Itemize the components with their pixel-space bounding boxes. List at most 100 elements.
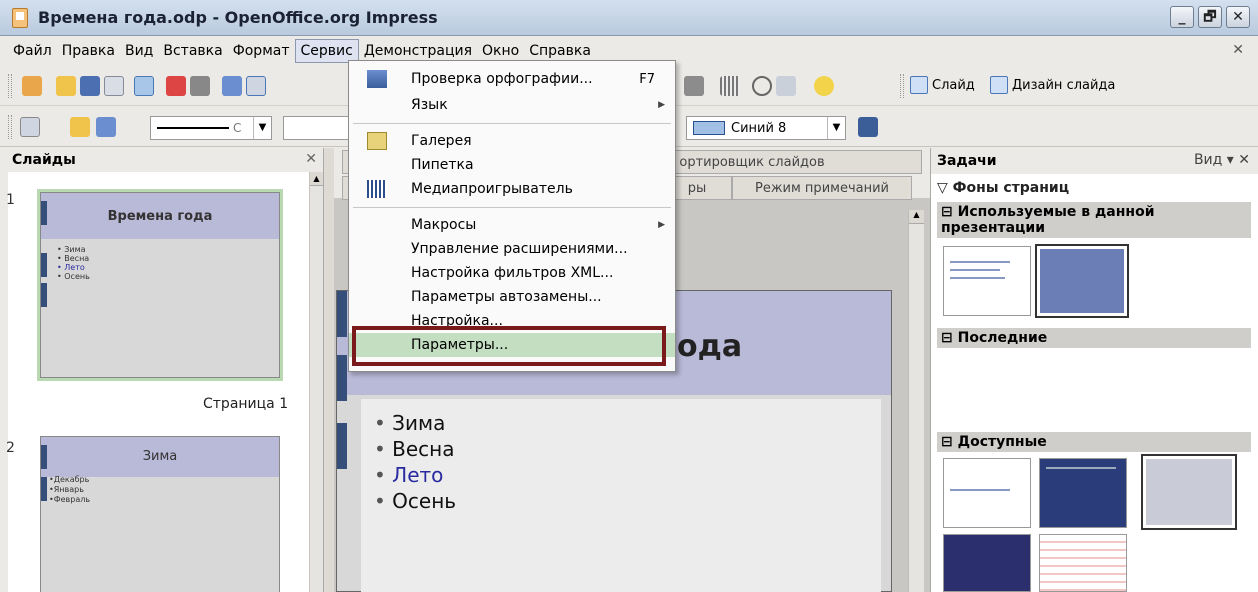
- thumb-bullet: •Январь: [49, 485, 84, 494]
- master-thumbnail[interactable]: [1039, 458, 1127, 528]
- tasks-view-menu[interactable]: Вид ▾ ✕: [1194, 152, 1250, 168]
- line-width-input[interactable]: [283, 116, 353, 140]
- menu-separator: [353, 123, 671, 124]
- grid-icon[interactable]: [720, 76, 740, 96]
- menu-insert[interactable]: Вставка: [158, 40, 227, 62]
- menu-edit[interactable]: Правка: [57, 40, 120, 62]
- gallery-icon: [367, 132, 387, 150]
- master-thumbnail[interactable]: [1141, 454, 1237, 530]
- window-title: Времена года.odp - OpenOffice.org Impres…: [38, 8, 438, 27]
- menu-item-xml-filters[interactable]: Настройка фильтров XML...: [349, 261, 675, 285]
- master-thumbnail[interactable]: [943, 534, 1031, 592]
- menu-item-media-player[interactable]: Медиапроигрыватель: [349, 177, 675, 201]
- scroll-up-icon[interactable]: ▲: [310, 172, 323, 186]
- menu-format[interactable]: Формат: [228, 40, 295, 62]
- menu-window[interactable]: Окно: [477, 40, 524, 62]
- chevron-down-icon[interactable]: ▼: [253, 117, 271, 139]
- table-icon[interactable]: [684, 76, 704, 96]
- slide-bullet-list[interactable]: Зима Весна Лето Осень: [374, 410, 456, 514]
- new-slide-button[interactable]: Слайд: [910, 76, 975, 94]
- help-icon[interactable]: [814, 76, 834, 96]
- styles-icon[interactable]: [20, 117, 40, 137]
- slides-scrollbar[interactable]: ▲: [309, 172, 323, 592]
- thumb-line: [950, 269, 1000, 271]
- thumb-title: Времена года: [107, 209, 213, 224]
- print-icon[interactable]: [190, 76, 210, 96]
- slides-pane-title: Слайды: [12, 152, 76, 168]
- line-icon[interactable]: [70, 117, 90, 137]
- toolbar-grip-3[interactable]: [8, 115, 12, 139]
- slides-pane-close-icon[interactable]: ✕: [305, 151, 317, 167]
- master-thumbnail[interactable]: [943, 246, 1031, 316]
- new-slide-icon: [910, 76, 928, 94]
- impress-app-icon: [12, 7, 28, 28]
- chevron-down-icon[interactable]: ▼: [827, 117, 845, 139]
- slide-design-button[interactable]: Дизайн слайда: [990, 76, 1115, 94]
- submenu-arrow-icon: ▶: [658, 100, 665, 110]
- line-style-select[interactable]: С ▼: [150, 116, 272, 140]
- eyedropper-label: Пипетка: [411, 157, 474, 173]
- spellcheck-icon[interactable]: [222, 76, 242, 96]
- tasks-pane: Задачи Вид ▾ ✕ ▽ Фоны страниц ⊟ Использу…: [930, 148, 1258, 592]
- menu-item-language[interactable]: Язык ▶: [349, 93, 675, 117]
- slide-thumbnail-1[interactable]: Времена года • Зима • Весна • Лето • Осе…: [37, 189, 283, 381]
- menu-file[interactable]: Файл: [8, 40, 57, 62]
- arrow-style-icon[interactable]: [96, 117, 116, 137]
- thumb-bullet: • Осень: [57, 272, 90, 281]
- master-pages-section[interactable]: ▽ Фоны страниц: [937, 180, 1069, 196]
- slide-scrollbar[interactable]: ▲: [908, 210, 924, 592]
- fill-color-value: Синий 8: [731, 120, 787, 136]
- toolbar-grip[interactable]: [8, 74, 12, 98]
- close-document-icon[interactable]: ✕: [1232, 42, 1244, 58]
- export-pdf-icon[interactable]: [166, 76, 186, 96]
- thumb-bullet: • Зима: [57, 245, 86, 254]
- menu-view[interactable]: Вид: [120, 40, 158, 62]
- media-player-icon: [367, 180, 387, 198]
- email-icon[interactable]: [104, 76, 124, 96]
- slides-pane-header: Слайды ✕: [8, 148, 323, 172]
- autospellcheck-icon[interactable]: [246, 76, 266, 96]
- shadow-icon[interactable]: [858, 117, 878, 137]
- slide-title[interactable]: ода: [677, 329, 742, 364]
- zoom-icon[interactable]: [776, 76, 796, 96]
- open-folder-icon[interactable]: [56, 76, 76, 96]
- menu-item-extensions[interactable]: Управление расширениями...: [349, 237, 675, 261]
- menu-item-eyedropper[interactable]: Пипетка: [349, 153, 675, 177]
- scroll-up-icon[interactable]: ▲: [909, 210, 924, 224]
- new-document-icon[interactable]: [22, 76, 42, 96]
- toolbar-grip-2[interactable]: [900, 74, 904, 98]
- menu-item-gallery[interactable]: Галерея: [349, 129, 675, 153]
- master-thumbnail[interactable]: [943, 458, 1031, 528]
- thumb-tab: [41, 477, 47, 501]
- menu-item-macros[interactable]: Макросы ▶: [349, 213, 675, 237]
- pane-splitter[interactable]: [324, 148, 334, 592]
- menu-help[interactable]: Справка: [524, 40, 596, 62]
- close-window-button[interactable]: ✕: [1226, 6, 1250, 28]
- minimize-button[interactable]: _: [1170, 6, 1194, 28]
- tab-slide-sorter-label: ортировщик слайдов: [679, 154, 825, 170]
- tab-notes-label: Режим примечаний: [755, 180, 889, 196]
- title-bar: Времена года.odp - OpenOffice.org Impres…: [0, 0, 1258, 36]
- used-masters-header[interactable]: ⊟ Используемые в данной презентации: [937, 202, 1251, 238]
- slide-tab: [337, 423, 347, 469]
- menu-item-spellcheck[interactable]: Проверка орфографии... F7: [349, 67, 675, 91]
- slide-thumbnail-2[interactable]: Зима •Декабрь •Январь •Февраль: [40, 436, 280, 592]
- restore-button[interactable]: 🗗: [1198, 6, 1222, 28]
- menu-item-autocorrect[interactable]: Параметры автозамены...: [349, 285, 675, 309]
- master-thumbnail[interactable]: [1039, 534, 1127, 592]
- xml-filters-label: Настройка фильтров XML...: [411, 265, 614, 281]
- slide-tab: [337, 355, 347, 401]
- master-thumbnail-selected[interactable]: [1035, 244, 1129, 318]
- edit-file-icon[interactable]: [134, 76, 154, 96]
- navigator-icon[interactable]: [752, 76, 772, 96]
- thumb-bullet: • Весна: [57, 254, 90, 263]
- thumb-bullet: •Декабрь: [49, 475, 90, 484]
- available-masters-header[interactable]: ⊟ Доступные: [937, 432, 1251, 452]
- thumb-line: [1046, 467, 1116, 469]
- slide-design-icon: [990, 76, 1008, 94]
- fill-color-select[interactable]: Синий 8 ▼: [686, 116, 846, 140]
- save-icon[interactable]: [80, 76, 100, 96]
- recent-masters-header[interactable]: ⊟ Последние: [937, 328, 1251, 348]
- tab-notes[interactable]: Режим примечаний: [732, 176, 912, 200]
- menu-slideshow[interactable]: Демонстрация: [359, 40, 477, 62]
